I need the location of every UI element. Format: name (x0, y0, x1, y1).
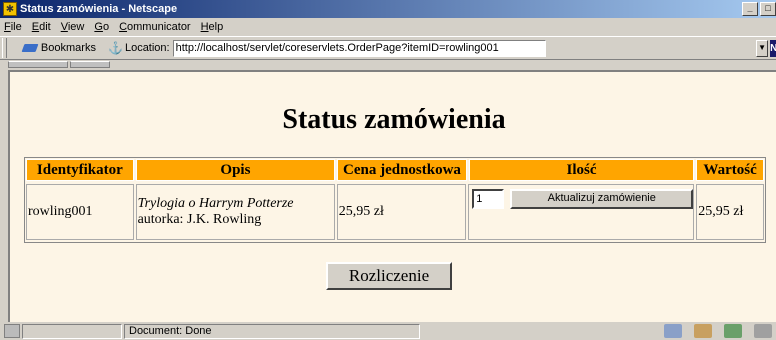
window-controls: _ □ (742, 2, 776, 16)
url-dropdown-button[interactable]: ▼ (755, 39, 769, 57)
progress-pane (22, 323, 122, 339)
column-header: Opis (135, 159, 336, 181)
navigator-icon[interactable] (664, 324, 682, 338)
menu-bar: File Edit View Go Communicator Help (0, 18, 776, 36)
column-header: Identyfikator (26, 159, 134, 181)
page-proxy-icon[interactable]: ⚓ (108, 41, 123, 55)
title-bar: ✱ Status zamówienia - Netscape _ □ (0, 0, 776, 18)
page-title: Status zamówienia (282, 104, 506, 135)
bookmarks-label: Bookmarks (40, 42, 96, 54)
mail-icon[interactable] (694, 324, 712, 338)
status-bar: Document: Done (0, 322, 776, 340)
column-header: Wartość (696, 159, 764, 181)
minimize-button[interactable]: _ (742, 2, 758, 16)
checkout-button[interactable]: Rozliczenie (326, 262, 452, 290)
quantity-cell: Aktualizuj zamówienie (468, 184, 695, 240)
order-table: Identyfikator Opis Cena jednostkowa Iloś… (24, 157, 766, 243)
maximize-button[interactable]: □ (760, 2, 776, 16)
menu-view[interactable]: View (61, 21, 85, 33)
bookmarks-icon (21, 42, 41, 54)
window-title: Status zamówienia - Netscape (20, 3, 178, 15)
collapsed-toolbar-tab[interactable] (8, 61, 68, 68)
update-order-button[interactable]: Aktualizuj zamówienie (510, 189, 694, 209)
collapsed-toolbar-tab[interactable] (70, 61, 110, 68)
security-lock-icon[interactable] (4, 324, 20, 338)
toolbar-grip[interactable] (2, 38, 7, 58)
table-header-row: Identyfikator Opis Cena jednostkowa Iloś… (26, 159, 764, 181)
toolbar-tabstrip (0, 61, 776, 69)
table-row: rowling001 Trylogia o Harrym Potterze au… (26, 184, 764, 240)
status-text: Document: Done (124, 323, 420, 339)
discussions-icon[interactable] (754, 324, 772, 338)
menu-go[interactable]: Go (94, 21, 109, 33)
column-header: Ilość (468, 159, 695, 181)
menu-communicator[interactable]: Communicator (119, 21, 191, 33)
netscape-app-icon: ✱ (3, 2, 17, 16)
unit-price-cell: 25,95 zł (336, 184, 467, 240)
quantity-input[interactable] (472, 189, 505, 209)
menu-edit[interactable]: Edit (32, 21, 51, 33)
total-cell: 25,95 zł (696, 184, 764, 240)
location-label: Location: (124, 42, 170, 54)
location-toolbar: Bookmarks ⚓ Location: ▼ N (0, 36, 776, 60)
url-input[interactable] (172, 39, 546, 57)
bookmarks-button[interactable]: Bookmarks (21, 42, 96, 54)
item-author: autorka: J.K. Rowling (137, 212, 262, 227)
item-title: Trylogia o Harrym Potterze (137, 196, 294, 211)
column-header: Cena jednostkowa (337, 159, 467, 181)
netscape-logo[interactable]: N (770, 39, 776, 57)
page-content: Status zamówienia Identyfikator Opis Cen… (8, 70, 776, 322)
menu-help[interactable]: Help (201, 21, 224, 33)
item-id-cell: rowling001 (26, 184, 134, 240)
composer-icon[interactable] (724, 324, 742, 338)
item-description-cell: Trylogia o Harrym Potterze autorka: J.K.… (135, 184, 335, 240)
menu-file[interactable]: File (4, 21, 22, 33)
component-bar (664, 324, 772, 338)
